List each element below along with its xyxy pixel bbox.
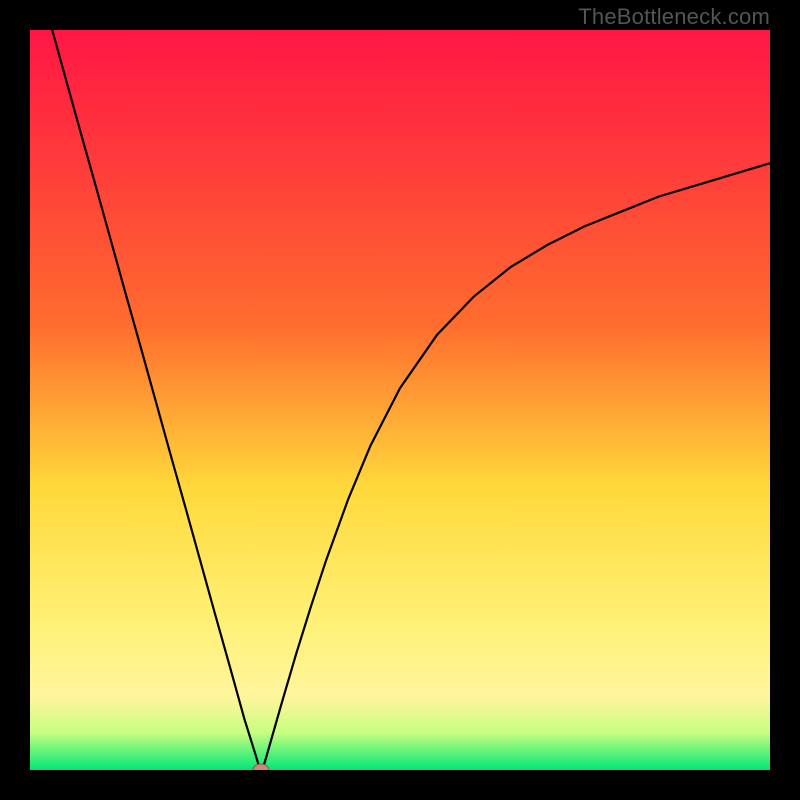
watermark-text: TheBottleneck.com [578, 4, 770, 30]
chart-frame: TheBottleneck.com [0, 0, 800, 800]
plot-area [30, 30, 770, 770]
optimum-marker [253, 764, 269, 770]
bottleneck-curve [30, 30, 770, 770]
